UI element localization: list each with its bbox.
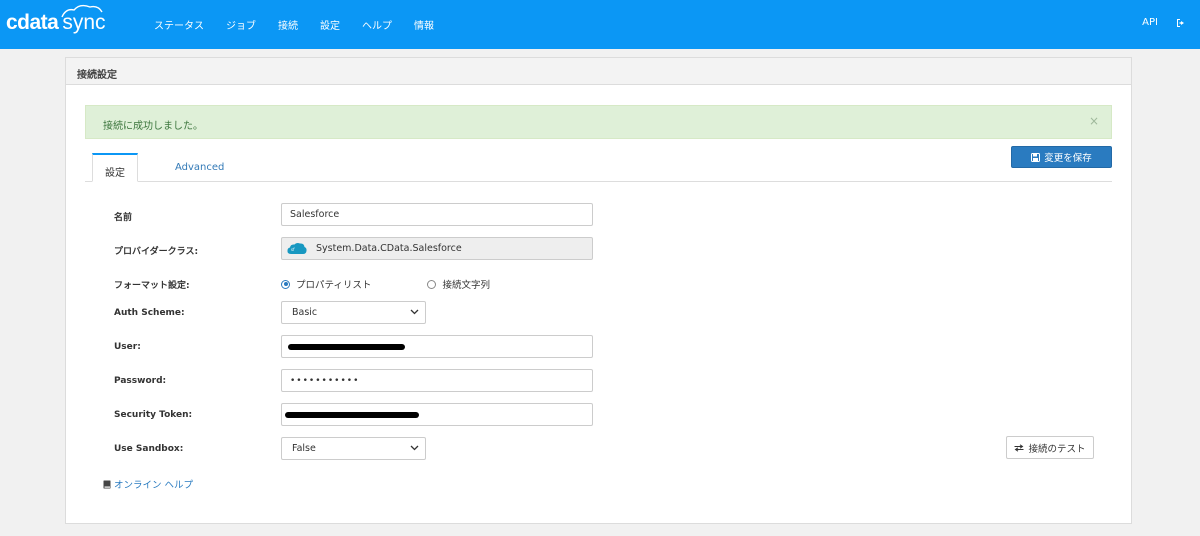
- online-help-link[interactable]: オンライン ヘルプ: [103, 477, 193, 491]
- success-alert: 接続に成功しました。 ×: [85, 105, 1112, 139]
- provider-class-value: System.Data.CData.Salesforce: [316, 243, 462, 254]
- logout-icon[interactable]: [1176, 18, 1186, 28]
- test-connection-button[interactable]: 接続のテスト: [1006, 436, 1094, 459]
- save-button-label: 変更を保存: [1044, 153, 1092, 164]
- auth-scheme-value: Basic: [292, 307, 318, 318]
- format-radio-group: プロパティリスト 接続文字列: [281, 277, 546, 291]
- book-icon: [103, 480, 111, 488]
- use-sandbox-value: False: [292, 443, 316, 454]
- format-radio-property-list[interactable]: [281, 279, 290, 289]
- password-label: Password:: [114, 376, 167, 386]
- format-option-connection-string[interactable]: 接続文字列: [442, 277, 490, 291]
- svg-text:sf: sf: [291, 247, 295, 252]
- logo-text-cdata: cdata: [6, 11, 59, 34]
- security-token-input[interactable]: [281, 403, 593, 426]
- redacted-user-value: [288, 344, 405, 350]
- provider-class-field: sf System.Data.CData.Salesforce: [281, 237, 593, 260]
- provider-class-label: プロバイダークラス:: [114, 247, 199, 257]
- auth-scheme-label: Auth Scheme:: [114, 308, 185, 318]
- format-option-property-list[interactable]: プロパティリスト: [296, 277, 371, 291]
- format-label: フォーマット設定:: [114, 281, 190, 291]
- close-icon[interactable]: ×: [1089, 114, 1099, 128]
- user-input[interactable]: [281, 335, 593, 358]
- save-button[interactable]: 変更を保存: [1011, 146, 1112, 168]
- tab-advanced[interactable]: Advanced: [163, 153, 236, 182]
- use-sandbox-select[interactable]: False: [281, 437, 426, 460]
- nav-item-help[interactable]: ヘルプ: [362, 17, 392, 32]
- exchange-arrows-icon: [1014, 443, 1024, 452]
- main-nav: ステータス ジョブ 接続 設定 ヘルプ 情報: [154, 17, 456, 32]
- name-label: 名前: [114, 213, 133, 223]
- nav-item-api[interactable]: API: [1142, 17, 1158, 28]
- redacted-token-value: [285, 412, 419, 418]
- tab-bar: 設定 Advanced: [85, 153, 1112, 182]
- use-sandbox-label: Use Sandbox:: [114, 444, 184, 454]
- format-radio-connection-string[interactable]: [427, 279, 437, 289]
- nav-item-info[interactable]: 情報: [414, 17, 434, 32]
- connection-settings-panel: 接続設定 接続に成功しました。 × 設定 Advanced 変更を保存 名前 S…: [65, 57, 1132, 524]
- user-label: User:: [114, 342, 141, 352]
- chevron-down-icon: [410, 445, 419, 451]
- nav-item-connections[interactable]: 接続: [278, 17, 298, 32]
- top-navbar: cdata sync ステータス ジョブ 接続 設定 ヘルプ 情報 API: [0, 0, 1200, 49]
- nav-item-status[interactable]: ステータス: [154, 17, 204, 32]
- online-help-label: オンライン ヘルプ: [114, 480, 194, 491]
- logo-text-sync: sync: [62, 11, 106, 34]
- salesforce-cloud-icon: sf: [287, 242, 307, 254]
- password-value: •••••••••••: [290, 376, 360, 386]
- auth-scheme-select[interactable]: Basic: [281, 301, 426, 324]
- chevron-down-icon: [410, 309, 419, 315]
- name-input[interactable]: Salesforce: [281, 203, 593, 226]
- nav-item-jobs[interactable]: ジョブ: [226, 17, 256, 32]
- tab-settings[interactable]: 設定: [92, 153, 138, 182]
- panel-title: 接続設定: [66, 58, 1131, 85]
- nav-right: API: [1142, 17, 1186, 28]
- alert-message: 接続に成功しました。: [103, 121, 203, 132]
- test-connection-label: 接続のテスト: [1028, 443, 1086, 455]
- name-value: Salesforce: [290, 209, 340, 220]
- password-input[interactable]: •••••••••••: [281, 369, 593, 392]
- security-token-label: Security Token:: [114, 410, 193, 420]
- cdata-sync-logo[interactable]: cdata sync: [6, 4, 106, 36]
- nav-item-settings[interactable]: 設定: [320, 17, 340, 32]
- floppy-disk-icon: [1031, 152, 1041, 162]
